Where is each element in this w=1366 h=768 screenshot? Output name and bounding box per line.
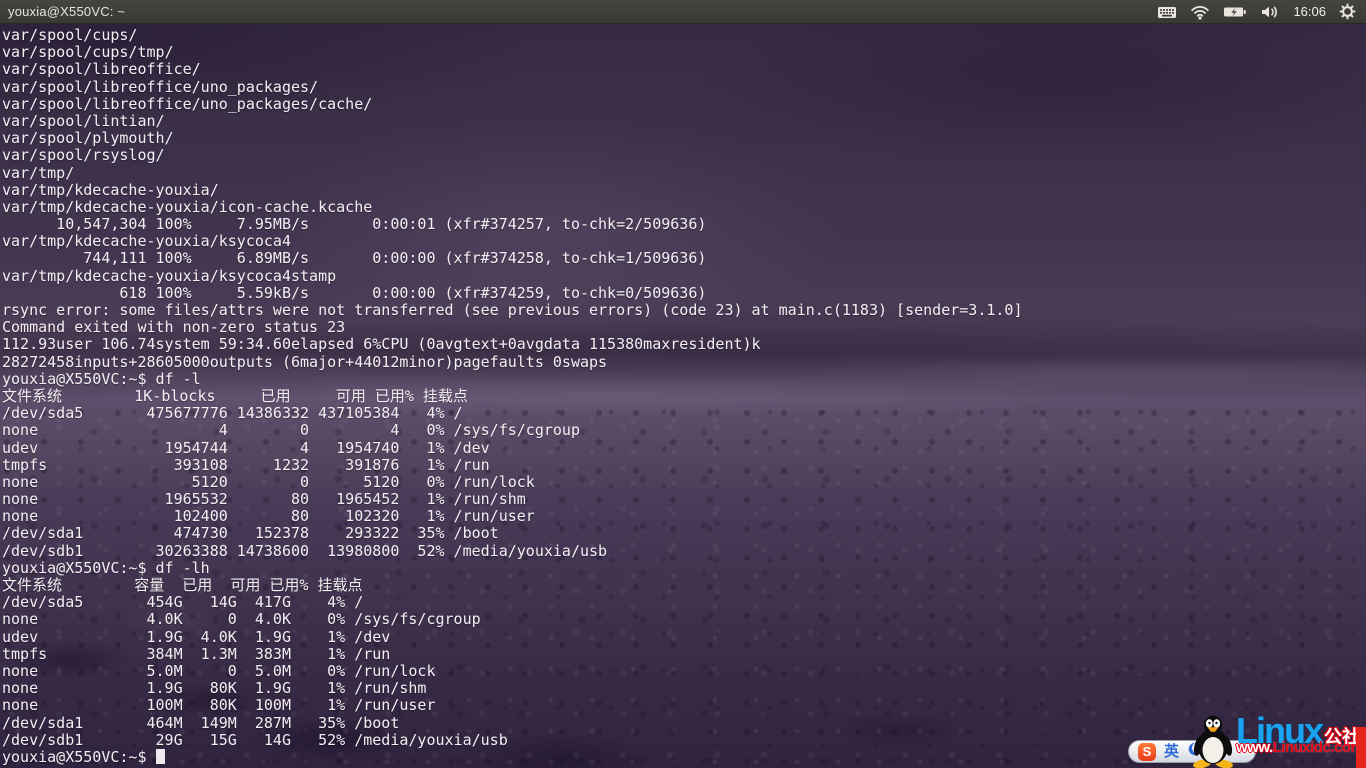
terminal-line: var/spool/libreoffice/ <box>2 61 1366 78</box>
shell-prompt: youxia@X550VC:~$ <box>2 748 156 766</box>
watermark-url-www: www. <box>1236 739 1273 756</box>
terminal-line: 28272458inputs+28605000outputs (6major+4… <box>2 354 1366 371</box>
terminal-line: 文件系统 容量 已用 可用 已用% 挂载点 <box>2 577 1366 594</box>
terminal-line: var/tmp/kdecache-youxia/ksycoca4 <box>2 233 1366 250</box>
ime-language-mode[interactable]: 英 <box>1164 744 1179 759</box>
session-gear-icon[interactable] <box>1339 3 1356 20</box>
terminal-line: var/spool/libreoffice/uno_packages/cache… <box>2 96 1366 113</box>
terminal-line: var/tmp/ <box>2 165 1366 182</box>
system-tray: 16:06 <box>1157 3 1366 20</box>
terminal-line: tmpfs 384M 1.3M 383M 1% /run <box>2 646 1366 663</box>
terminal-line: none 4 0 4 0% /sys/fs/cgroup <box>2 422 1366 439</box>
terminal-line: none 102400 80 102320 1% /run/user <box>2 508 1366 525</box>
watermark: Linux公社 www.Linuxidc.com <box>1186 712 1366 768</box>
terminal-line: var/spool/libreoffice/uno_packages/ <box>2 79 1366 96</box>
terminal-line: var/spool/plymouth/ <box>2 130 1366 147</box>
terminal-line: /dev/sda1 474730 152378 293322 35% /boot <box>2 525 1366 542</box>
wifi-icon[interactable] <box>1190 4 1210 20</box>
sogou-logo-icon[interactable]: S <box>1138 743 1156 761</box>
terminal-line: youxia@X550VC:~$ df -lh <box>2 560 1366 577</box>
watermark-text: Linux公社 www.Linuxidc.com <box>1236 714 1363 756</box>
terminal-line: none 5.0M 0 5.0M 0% /run/lock <box>2 663 1366 680</box>
terminal-line: tmpfs 393108 1232 391876 1% /run <box>2 457 1366 474</box>
terminal-line: udev 1.9G 4.0K 1.9G 1% /dev <box>2 629 1366 646</box>
terminal-line: var/tmp/kdecache-youxia/ <box>2 182 1366 199</box>
terminal-line: /dev/sdb1 30263388 14738600 13980800 52%… <box>2 543 1366 560</box>
watermark-red-bar <box>1356 727 1366 768</box>
terminal-line: youxia@X550VC:~$ df -l <box>2 371 1366 388</box>
terminal-line: var/spool/cups/ <box>2 27 1366 44</box>
terminal-line: var/tmp/kdecache-youxia/ksycoca4stamp <box>2 268 1366 285</box>
terminal-output: var/spool/cups/var/spool/cups/tmp/var/sp… <box>2 27 1366 749</box>
terminal-line: 文件系统 1K-blocks 已用 可用 已用% 挂载点 <box>2 388 1366 405</box>
terminal-line: udev 1954744 4 1954740 1% /dev <box>2 440 1366 457</box>
terminal-line: var/tmp/kdecache-youxia/icon-cache.kcach… <box>2 199 1366 216</box>
terminal-cursor <box>156 749 165 764</box>
volume-icon[interactable] <box>1260 4 1280 20</box>
terminal-line: 10,547,304 100% 7.95MB/s 0:00:01 (xfr#37… <box>2 216 1366 233</box>
terminal-line: none 5120 0 5120 0% /run/lock <box>2 474 1366 491</box>
tux-penguin-icon <box>1188 714 1238 768</box>
top-panel: youxia@X550VC: ~ 16:06 <box>0 0 1366 24</box>
terminal[interactable]: var/spool/cups/var/spool/cups/tmp/var/sp… <box>0 24 1366 768</box>
terminal-line: none 1965532 80 1965452 1% /run/shm <box>2 491 1366 508</box>
desktop: youxia@X550VC: ~ 16:06 var/spool/cups/va… <box>0 0 1366 768</box>
terminal-line: 112.93user 106.74system 59:34.60elapsed … <box>2 336 1366 353</box>
terminal-line: var/spool/lintian/ <box>2 113 1366 130</box>
terminal-line: none 4.0K 0 4.0K 0% /sys/fs/cgroup <box>2 611 1366 628</box>
terminal-line: var/spool/rsyslog/ <box>2 147 1366 164</box>
terminal-line: Command exited with non-zero status 23 <box>2 319 1366 336</box>
terminal-line: none 100M 80K 100M 1% /run/user <box>2 697 1366 714</box>
keyboard-icon[interactable] <box>1157 4 1177 20</box>
clock[interactable]: 16:06 <box>1293 4 1326 19</box>
active-window-title: youxia@X550VC: ~ <box>0 4 125 19</box>
battery-charging-icon[interactable] <box>1223 5 1247 19</box>
terminal-line: /dev/sda1 464M 149M 287M 35% /boot <box>2 715 1366 732</box>
terminal-line: var/spool/cups/tmp/ <box>2 44 1366 61</box>
terminal-line: /dev/sda5 454G 14G 417G 4% / <box>2 594 1366 611</box>
watermark-url-site: Linuxidc.com <box>1273 739 1364 756</box>
watermark-url: www.Linuxidc.com <box>1236 739 1363 756</box>
terminal-line: rsync error: some files/attrs were not t… <box>2 302 1366 319</box>
terminal-line: none 1.9G 80K 1.9G 1% /run/shm <box>2 680 1366 697</box>
terminal-line: 618 100% 5.59kB/s 0:00:00 (xfr#374259, t… <box>2 285 1366 302</box>
sogou-logo-letter: S <box>1143 744 1152 759</box>
terminal-line: 744,111 100% 6.89MB/s 0:00:00 (xfr#37425… <box>2 250 1366 267</box>
terminal-line: /dev/sda5 475677776 14386332 437105384 4… <box>2 405 1366 422</box>
